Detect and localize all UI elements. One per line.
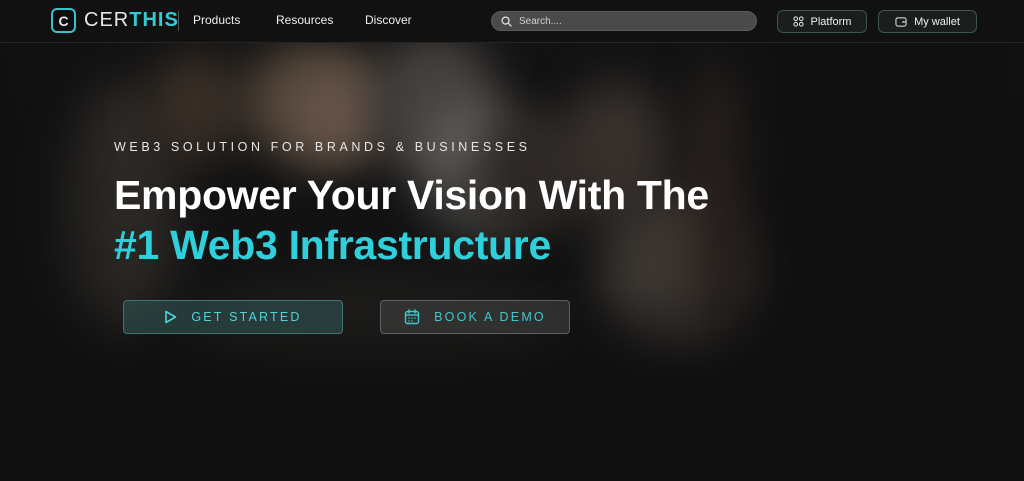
hero-eyebrow: WEB3 SOLUTION FOR BRANDS & BUSINESSES: [114, 140, 531, 154]
nav-divider: [178, 11, 179, 31]
search-input[interactable]: [519, 15, 739, 27]
top-navbar: C CERTHIS Products Resources Discover Pl…: [0, 0, 1024, 43]
brand-name-part2: THIS: [129, 9, 179, 31]
platform-button[interactable]: Platform: [777, 10, 867, 33]
grid-icon: [792, 16, 804, 27]
my-wallet-button-label: My wallet: [914, 15, 960, 28]
search-icon: [501, 15, 512, 27]
book-a-demo-button[interactable]: BOOK A DEMO: [380, 300, 570, 334]
nav-link-resources[interactable]: Resources: [276, 13, 333, 27]
hero-headline: Empower Your Vision With The: [114, 172, 709, 218]
brand-name: CERTHIS: [84, 9, 179, 32]
search-bar[interactable]: [491, 11, 757, 31]
calendar-icon: [404, 309, 420, 325]
logo-mark-icon: C: [51, 8, 76, 33]
logo-letter: C: [58, 12, 69, 29]
platform-button-label: Platform: [810, 15, 852, 28]
get-started-button[interactable]: GET STARTED: [123, 300, 343, 334]
hero-headline-accent: #1 Web3 Infrastructure: [114, 222, 551, 268]
wallet-icon: [895, 17, 907, 27]
my-wallet-button[interactable]: My wallet: [878, 10, 977, 33]
get-started-label: GET STARTED: [191, 310, 302, 324]
brand-logo[interactable]: C CERTHIS: [51, 8, 179, 33]
book-a-demo-label: BOOK A DEMO: [434, 310, 546, 324]
nav-link-discover[interactable]: Discover: [365, 13, 412, 27]
play-icon: [165, 310, 177, 324]
nav-link-products[interactable]: Products: [193, 13, 240, 27]
brand-name-part1: CER: [84, 9, 130, 31]
